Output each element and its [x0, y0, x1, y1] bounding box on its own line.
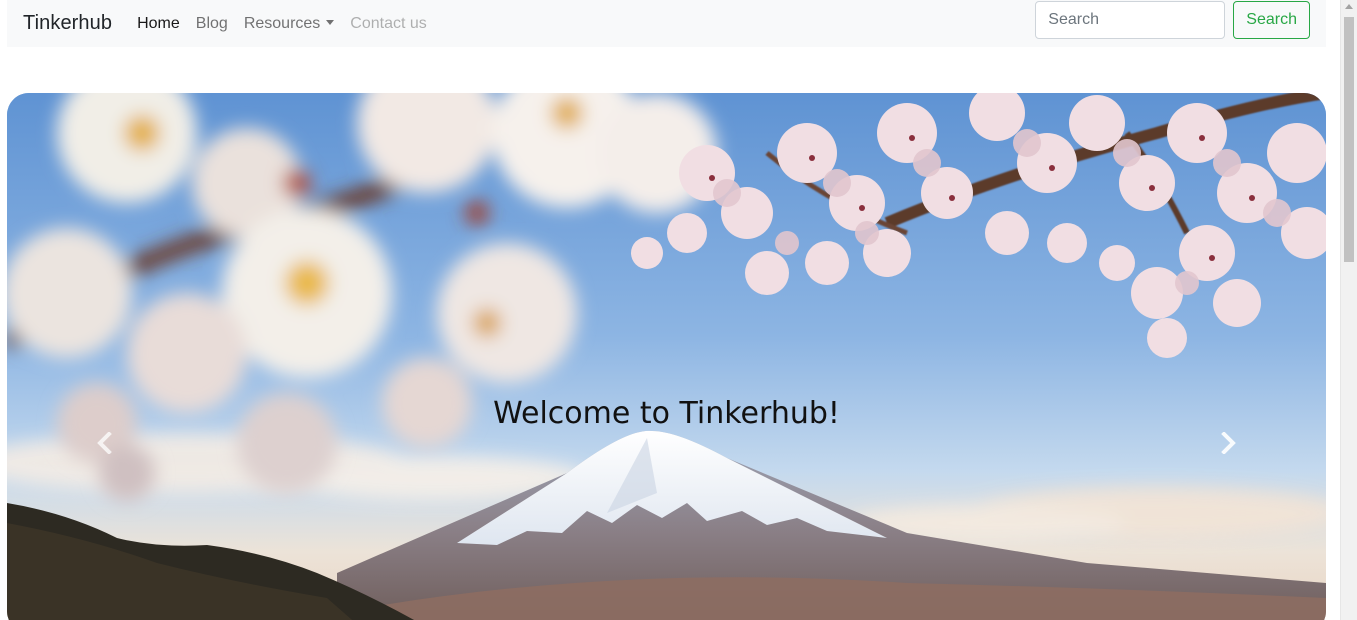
nav-dropdown-resources[interactable]: Resources — [243, 14, 335, 33]
search-input[interactable] — [1035, 0, 1226, 39]
navbar: Tinkerhub Home Blog Resources Contact us… — [7, 0, 1326, 47]
search-button[interactable]: Search — [1233, 0, 1310, 39]
caret-down-icon — [326, 19, 335, 25]
chevron-left-icon — [97, 432, 112, 454]
nav-links: Home Blog Resources Contact us — [137, 15, 427, 33]
page-scrollbar[interactable] — [1340, 0, 1357, 620]
carousel-caption: Welcome to Tinkerhub! — [493, 396, 840, 431]
carousel-image — [7, 93, 1326, 620]
scroll-thumb[interactable] — [1344, 17, 1354, 262]
carousel-next-button[interactable] — [1208, 423, 1248, 463]
nav-link-contact: Contact us — [350, 14, 427, 32]
chevron-right-icon — [1221, 432, 1236, 454]
scroll-up-arrow-icon[interactable] — [1345, 4, 1353, 9]
hero-carousel: Welcome to Tinkerhub! — [7, 93, 1326, 620]
search-form: Search — [1035, 0, 1310, 39]
brand-logo-link[interactable]: Tinkerhub — [23, 12, 112, 35]
nav-link-blog[interactable]: Blog — [196, 15, 228, 33]
nav-link-home[interactable]: Home — [137, 15, 180, 33]
carousel-prev-button[interactable] — [85, 423, 125, 463]
nav-dropdown-resources-label: Resources — [243, 14, 321, 32]
page: Tinkerhub Home Blog Resources Contact us… — [0, 0, 1357, 620]
